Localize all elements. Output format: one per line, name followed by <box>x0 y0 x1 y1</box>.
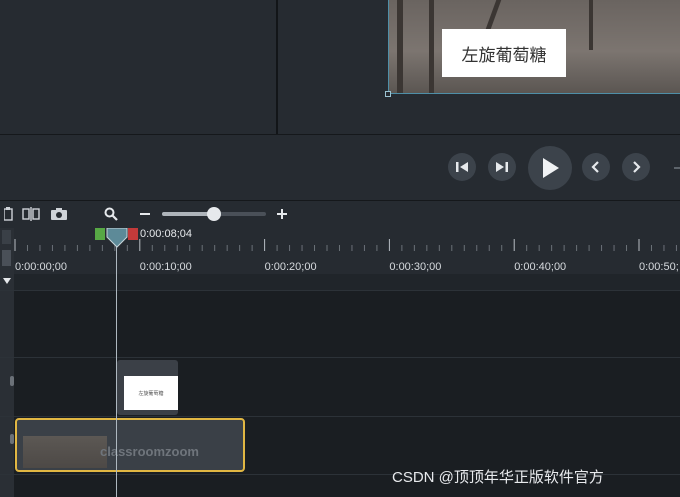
chevron-left-icon <box>591 161 599 173</box>
zoom-slider-thumb[interactable] <box>207 207 221 221</box>
previous-marker-button[interactable] <box>582 153 610 181</box>
video-clip-thumbnail <box>23 436 107 468</box>
ruler-label: 0:00:30;00 <box>389 261 442 273</box>
caption-overlay[interactable]: 左旋葡萄糖 <box>442 29 566 77</box>
track-divider <box>0 290 680 291</box>
step-forward-icon <box>496 162 508 172</box>
watermark-text: CSDN @顶顶年华正版软件官方 <box>392 469 604 486</box>
media-bin-panel <box>0 0 276 134</box>
play-icon <box>543 158 559 178</box>
collapse-arrow-icon[interactable] <box>3 278 11 284</box>
caption-clip-thumbnail: 左旋葡萄糖 <box>124 376 178 410</box>
ruler-label: 0:00:10;00 <box>139 261 192 273</box>
split-icon[interactable] <box>22 206 40 222</box>
playback-controls <box>0 134 680 201</box>
more-controls-edge <box>674 167 680 169</box>
caption-clip-thumb-text: 左旋葡萄糖 <box>138 390 164 397</box>
play-button[interactable] <box>528 146 572 190</box>
step-forward-button[interactable] <box>488 153 516 181</box>
video-clip-label: classroomzoom <box>100 444 199 459</box>
ruler-label: 0:00:50; <box>639 261 679 273</box>
track-divider <box>0 416 680 417</box>
ruler-bottom-band <box>14 274 680 290</box>
step-back-icon <box>456 162 468 172</box>
resize-handle[interactable] <box>385 91 391 97</box>
search-icon[interactable] <box>102 206 120 222</box>
zoom-out-icon[interactable] <box>136 206 154 222</box>
playhead-handle[interactable] <box>106 228 128 248</box>
selection-in-marker[interactable] <box>95 228 105 240</box>
zoom-in-icon[interactable] <box>273 206 291 222</box>
chevron-right-icon <box>633 161 641 173</box>
clipboard-icon[interactable] <box>0 206 18 222</box>
snapshot-icon[interactable] <box>50 206 68 222</box>
ruler-label: 0:00:20;00 <box>264 261 317 273</box>
playhead-time: 0:00:08;04 <box>140 228 192 240</box>
playhead-line <box>116 246 117 497</box>
next-marker-button[interactable] <box>622 153 650 181</box>
step-back-button[interactable] <box>448 153 476 181</box>
ruler-label: 0:00:40;00 <box>514 261 567 273</box>
ruler-label: 0:00:00;00 <box>15 261 67 273</box>
selection-out-marker[interactable] <box>128 228 138 240</box>
track-header-gutter <box>0 228 15 497</box>
track-divider <box>0 357 680 358</box>
video-clip[interactable]: classroomzoom <box>15 418 245 472</box>
